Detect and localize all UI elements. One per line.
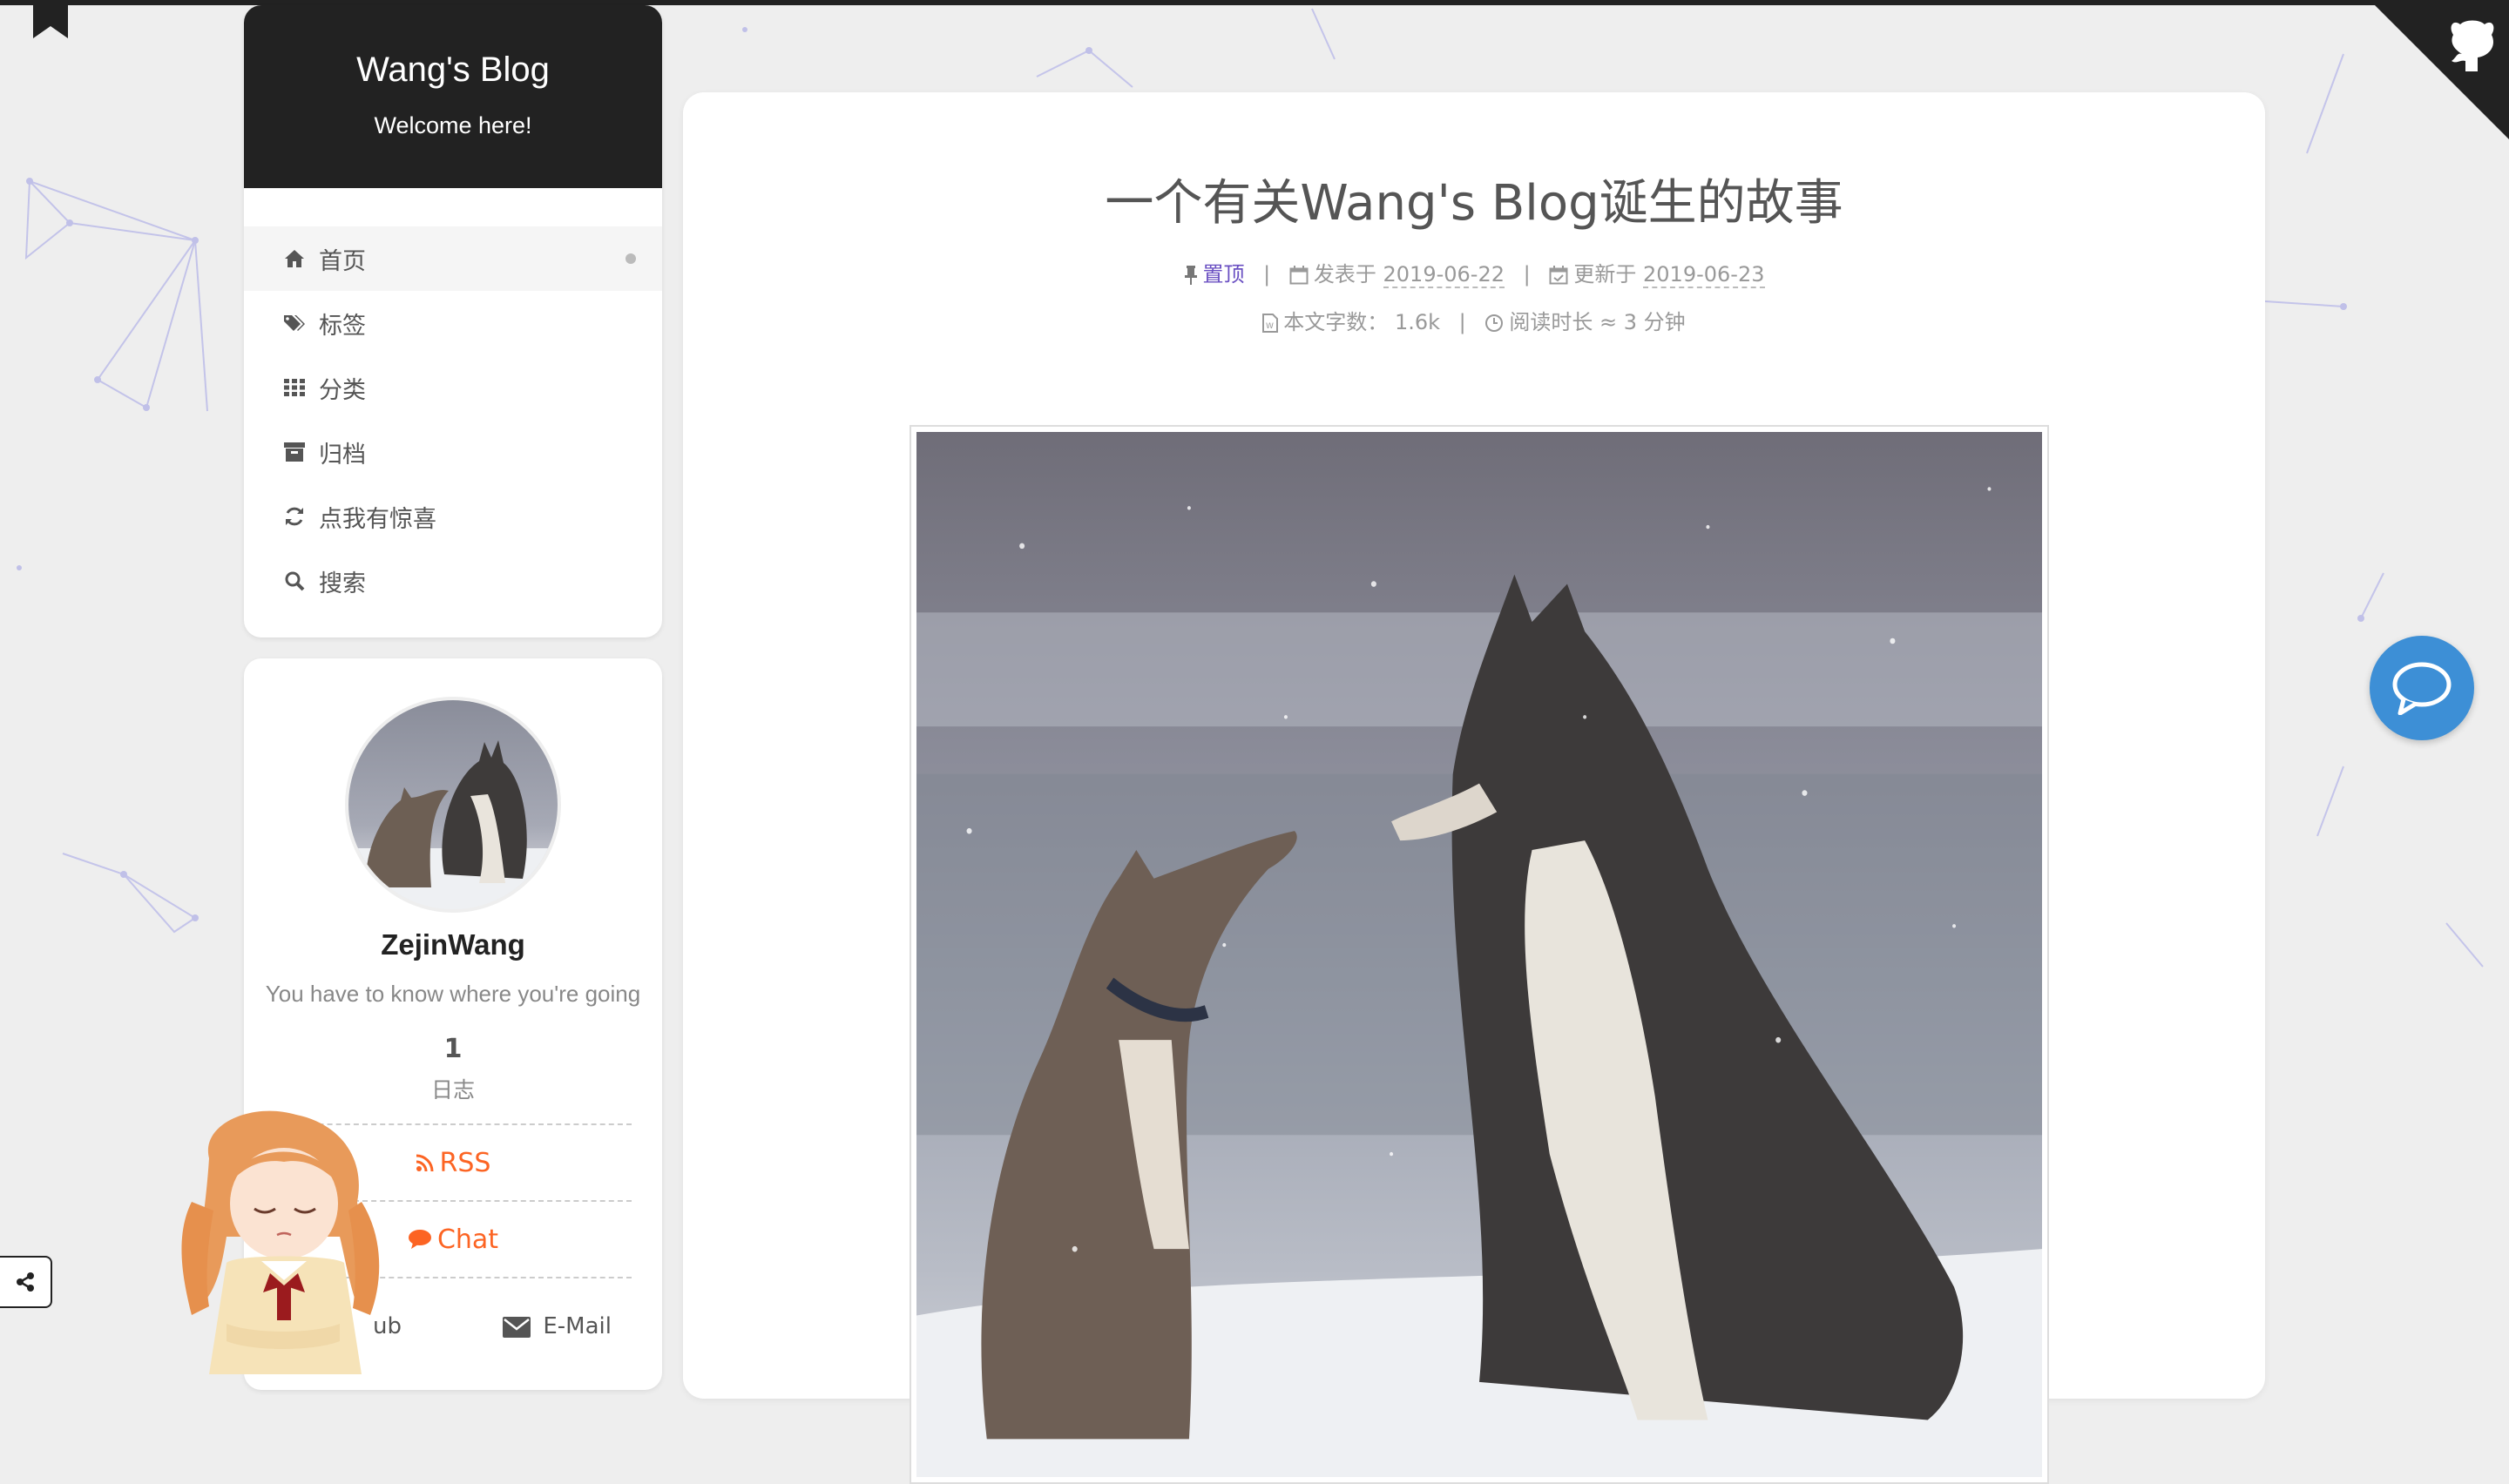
post-title[interactable]: 一个有关Wang's Blog诞生的故事 <box>683 164 2265 234</box>
calendar-check-icon <box>1549 266 1568 285</box>
author-description: You have to know where you're going <box>265 981 641 1007</box>
menu-item-surprise[interactable]: 点我有惊喜 <box>244 484 662 549</box>
readtime-value: 3 分钟 <box>1623 310 1686 334</box>
menu-item-archives[interactable]: 归档 <box>244 420 662 484</box>
search-icon <box>282 569 307 593</box>
wordcount-label: 本文字数： <box>1283 310 1389 334</box>
comment-icon <box>408 1229 432 1250</box>
clock-icon <box>1484 314 1504 333</box>
published-date: 2019-06-22 <box>1383 262 1505 288</box>
updated-date: 2019-06-23 <box>1643 262 1765 288</box>
menu-item-home[interactable]: 首页 <box>244 226 662 291</box>
author-name: ZejinWang <box>381 928 525 961</box>
menu-item-label: 首页 <box>319 247 366 275</box>
menu-item-search[interactable]: 搜索 <box>244 549 662 613</box>
site-header: Wang's Blog Welcome here! <box>244 5 662 188</box>
file-word-icon: W <box>1262 314 1279 333</box>
post-meta: 置顶 | 发表于 2019-06-22 | 更新于 2019-06-23 <box>683 257 2265 288</box>
site-title[interactable]: Wang's Blog <box>244 5 662 90</box>
posts-count: 1 <box>443 1034 463 1064</box>
menu-item-label: 归档 <box>319 441 366 469</box>
meta-separator: | <box>1458 310 1466 334</box>
post-image-frame <box>910 425 2049 1484</box>
email-label: E-Mail <box>543 1313 612 1339</box>
post-meta-stats: W 本文字数： 1.6k | 阅读时长 ≈ 3 分钟 <box>683 305 2265 335</box>
svg-text:W: W <box>1266 322 1274 331</box>
share-alt-icon <box>17 1272 34 1292</box>
bookmark-icon[interactable] <box>33 0 68 38</box>
pinned-label: 置顶 <box>1202 262 1245 287</box>
tags-icon <box>282 311 307 335</box>
comment-bubble-icon <box>2392 662 2452 715</box>
posts-label: 日志 <box>430 1077 475 1103</box>
site-subtitle: Welcome here! <box>374 112 532 138</box>
menu-item-label: 标签 <box>319 312 366 340</box>
posts-stat[interactable]: 1 日志 <box>244 1034 662 1104</box>
meta-separator: | <box>1523 262 1531 287</box>
readtime-label: 阅读时长 ≈ <box>1509 310 1618 334</box>
calendar-icon <box>1289 266 1309 285</box>
sidebar-brand-card: Wang's Blog Welcome here! 首页 标签 分类 归档 点我… <box>244 5 662 637</box>
home-icon <box>282 246 307 271</box>
meta-separator: | <box>1263 262 1271 287</box>
thumbtack-icon <box>1184 266 1198 285</box>
site-menu: 首页 标签 分类 归档 点我有惊喜 搜索 <box>244 188 662 613</box>
updated-label: 更新于 <box>1573 262 1637 287</box>
archive-icon <box>282 440 307 464</box>
post-card: 一个有关Wang's Blog诞生的故事 置顶 | 发表于 2019-06-22… <box>683 92 2265 1484</box>
author-avatar[interactable] <box>345 697 561 913</box>
live2d-mascot[interactable] <box>174 1106 401 1374</box>
menu-item-label: 点我有惊喜 <box>319 505 436 533</box>
rss-icon <box>416 1153 435 1172</box>
menu-item-tags[interactable]: 标签 <box>244 291 662 355</box>
menu-item-categories[interactable]: 分类 <box>244 355 662 420</box>
published-label: 发表于 <box>1313 262 1376 287</box>
share-button[interactable] <box>0 1256 52 1308</box>
github-corner-icon[interactable] <box>2370 0 2509 139</box>
refresh-icon <box>282 504 307 529</box>
rss-label: RSS <box>439 1147 491 1178</box>
chat-label: Chat <box>436 1224 499 1255</box>
wordcount-value: 1.6k <box>1394 310 1441 334</box>
menu-item-label: 搜索 <box>319 570 366 597</box>
active-indicator <box>626 253 636 264</box>
chat-widget-button[interactable] <box>2370 636 2474 740</box>
menu-item-label: 分类 <box>319 376 366 404</box>
email-link[interactable]: E-Mail <box>503 1313 612 1339</box>
post-cover-image[interactable] <box>916 432 2042 1477</box>
envelope-icon <box>503 1316 531 1338</box>
th-icon <box>282 375 307 400</box>
